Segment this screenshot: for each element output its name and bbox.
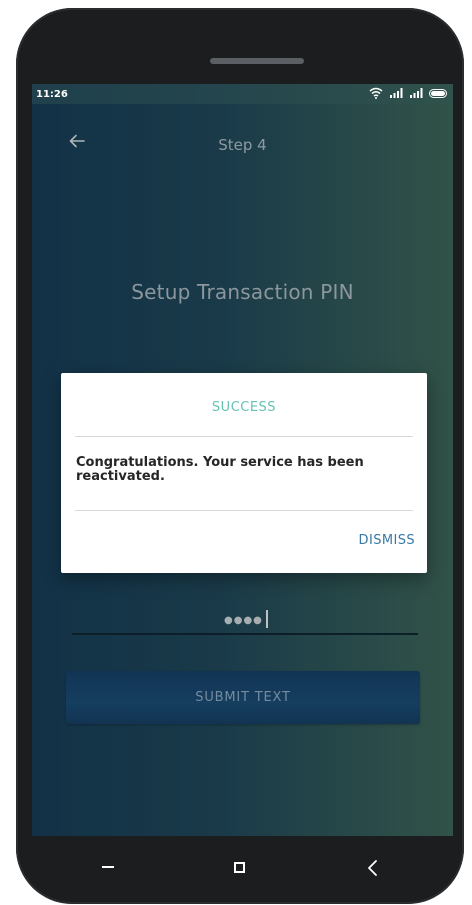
success-dialog: SUCCESS Congratulations. Your service ha… [61,373,427,573]
dialog-divider-top [75,436,413,437]
home-nav-icon[interactable] [234,862,245,873]
signal-icon-2 [410,88,423,98]
status-bar: 11:26 [32,84,453,104]
back-nav-icon[interactable] [366,859,380,877]
status-time: 11:26 [36,89,68,100]
wifi-icon [369,87,383,99]
dialog-divider-bottom [75,510,413,511]
dialog-title: SUCCESS [211,400,277,415]
battery-icon [429,88,447,98]
app-screen: 11:26 Step 4 Setup Transaction PIN ●●●● … [32,84,453,836]
dismiss-button[interactable]: DISMISS [359,533,415,548]
menu-nav-icon[interactable] [102,866,114,868]
signal-icon [390,88,403,98]
dialog-message: Congratulations. Your service has been r… [76,455,364,484]
speaker-grille [210,58,304,64]
status-icons [369,87,447,99]
system-nav-bar [32,836,453,896]
